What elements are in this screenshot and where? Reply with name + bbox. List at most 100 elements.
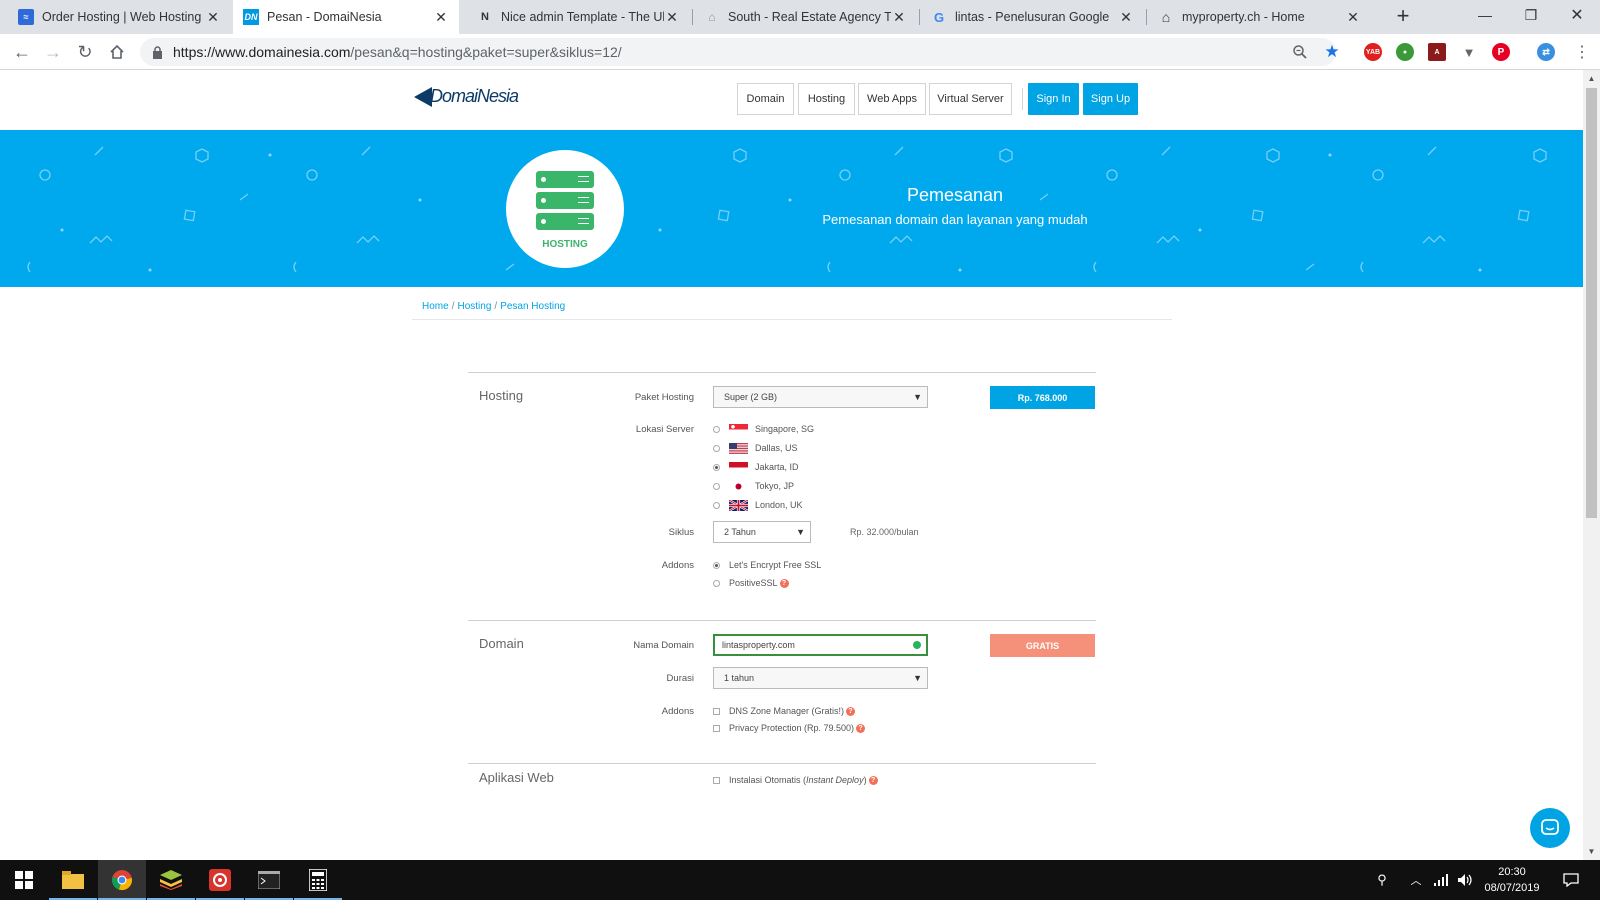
taskbar-chrome[interactable] bbox=[98, 860, 146, 900]
wifi-icon[interactable] bbox=[1430, 860, 1452, 900]
taskbar-terminal[interactable] bbox=[245, 860, 293, 900]
notification-center-icon[interactable] bbox=[1556, 860, 1586, 900]
browser-tab[interactable]: ⌂ myproperty.ch - Home ✕ bbox=[1148, 0, 1371, 34]
radio-button-selected[interactable] bbox=[713, 463, 720, 471]
server-unit-icon bbox=[536, 171, 594, 188]
uk-flag-icon bbox=[729, 499, 748, 511]
close-tab-icon[interactable]: ✕ bbox=[1118, 9, 1134, 26]
reload-button[interactable]: ↻ bbox=[73, 40, 97, 64]
radio-button[interactable] bbox=[713, 425, 720, 433]
live-chat-button[interactable] bbox=[1530, 808, 1570, 848]
nav-virtual-server[interactable]: Virtual Server bbox=[929, 83, 1012, 115]
page-subtitle: Pemesanan domain dan layanan yang mudah bbox=[822, 212, 1088, 227]
help-icon[interactable]: ? bbox=[856, 723, 866, 733]
breadcrumb-home[interactable]: Home bbox=[422, 301, 449, 312]
checkbox[interactable] bbox=[713, 776, 720, 784]
location-option-london[interactable]: London, UK bbox=[713, 498, 803, 512]
chevron-down-icon: ▼ bbox=[913, 673, 922, 683]
volume-icon[interactable] bbox=[1454, 860, 1476, 900]
pinterest-extension-icon[interactable]: P bbox=[1492, 43, 1510, 61]
help-icon[interactable]: ? bbox=[779, 578, 789, 588]
domain-free-button[interactable]: GRATIS bbox=[990, 634, 1095, 657]
people-icon[interactable]: ⚲ bbox=[1370, 860, 1394, 900]
taskbar-app-red[interactable] bbox=[196, 860, 244, 900]
sync-extension-icon[interactable]: ⇄ bbox=[1537, 43, 1555, 61]
radio-button[interactable] bbox=[713, 444, 720, 452]
taskbar-bluestacks[interactable] bbox=[147, 860, 195, 900]
sign-up-button[interactable]: Sign Up bbox=[1083, 83, 1138, 115]
minimize-button[interactable]: — bbox=[1462, 0, 1508, 30]
home-button[interactable] bbox=[105, 40, 129, 64]
restore-button[interactable]: ❐ bbox=[1508, 0, 1554, 30]
zoom-icon[interactable] bbox=[1290, 42, 1310, 62]
bookmark-star-icon[interactable]: ★ bbox=[1322, 42, 1342, 62]
browser-tab[interactable]: N Nice admin Template - The Ulti ✕ bbox=[467, 0, 690, 34]
start-button[interactable] bbox=[0, 860, 48, 900]
help-icon[interactable]: ? bbox=[868, 775, 878, 785]
close-window-button[interactable]: ✕ bbox=[1554, 0, 1600, 30]
siklus-select[interactable]: 2 Tahun ▼ bbox=[713, 521, 811, 543]
hosting-price-button[interactable]: Rp. 768.000 bbox=[990, 386, 1095, 409]
close-tab-icon[interactable]: ✕ bbox=[664, 9, 680, 26]
nav-hosting[interactable]: Hosting bbox=[798, 83, 855, 115]
browser-tab-active[interactable]: DN Pesan - DomaiNesia ✕ bbox=[233, 0, 459, 34]
chrome-icon bbox=[112, 870, 133, 891]
singapore-flag-icon bbox=[729, 423, 748, 435]
breadcrumb-hosting[interactable]: Hosting bbox=[457, 301, 491, 312]
addon-dns-zone-manager[interactable]: DNS Zone Manager (Gratis!) ? bbox=[713, 704, 856, 718]
scroll-up-icon[interactable]: ▲ bbox=[1583, 70, 1600, 87]
radio-button[interactable] bbox=[713, 501, 720, 509]
new-tab-button[interactable]: + bbox=[1390, 4, 1416, 30]
chrome-menu-icon[interactable]: ⋮ bbox=[1572, 42, 1592, 62]
vimeo-extension-icon[interactable]: ▼ bbox=[1460, 43, 1478, 61]
layers-icon bbox=[160, 870, 182, 890]
breadcrumb-divider bbox=[412, 319, 1172, 320]
checkbox[interactable] bbox=[713, 724, 720, 732]
help-icon[interactable]: ? bbox=[846, 706, 856, 716]
back-button[interactable]: ← bbox=[10, 40, 34, 64]
addon-positive-ssl[interactable]: PositiveSSL ? bbox=[713, 576, 789, 590]
sign-in-button[interactable]: Sign In bbox=[1028, 83, 1079, 115]
chevron-up-icon[interactable]: ︿ bbox=[1404, 860, 1428, 900]
nav-web-apps[interactable]: Web Apps bbox=[858, 83, 926, 115]
system-clock[interactable]: 20:30 08/07/2019 bbox=[1480, 864, 1544, 896]
nav-domain[interactable]: Domain bbox=[737, 83, 794, 115]
location-option-tokyo[interactable]: Tokyo, JP bbox=[713, 479, 794, 493]
pdf-extension-icon[interactable]: A bbox=[1428, 43, 1446, 61]
yab-extension-icon[interactable]: YAB bbox=[1364, 43, 1382, 61]
address-bar[interactable]: https://www.domainesia.com/pesan&q=hosti… bbox=[140, 38, 1336, 66]
domainesia-logo[interactable]: DomaiNesia bbox=[414, 86, 519, 107]
header-divider bbox=[1022, 88, 1023, 110]
scrollbar-thumb[interactable] bbox=[1586, 88, 1597, 518]
page-scrollbar[interactable]: ▲ ▼ bbox=[1583, 70, 1600, 860]
close-tab-icon[interactable]: ✕ bbox=[205, 9, 221, 26]
location-option-singapore[interactable]: Singapore, SG bbox=[713, 422, 814, 436]
breadcrumb-current[interactable]: Pesan Hosting bbox=[500, 301, 565, 312]
globe-extension-icon[interactable]: ● bbox=[1396, 43, 1414, 61]
browser-tab[interactable]: ⌂ South - Real Estate Agency Tem ✕ bbox=[694, 0, 917, 34]
radio-button[interactable] bbox=[713, 579, 720, 587]
close-tab-icon[interactable]: ✕ bbox=[433, 9, 449, 26]
browser-tab[interactable]: ≈ Order Hosting | Web Hosting In ✕ bbox=[8, 0, 231, 34]
paket-hosting-select[interactable]: Super (2 GB) ▼ bbox=[713, 386, 928, 408]
taskbar-file-explorer[interactable] bbox=[49, 860, 97, 900]
addon-privacy-protection[interactable]: Privacy Protection (Rp. 79.500) ? bbox=[713, 721, 866, 735]
browser-tab[interactable]: G lintas - Penelusuran Google ✕ bbox=[921, 0, 1144, 34]
location-option-dallas[interactable]: Dallas, US bbox=[713, 441, 798, 455]
close-tab-icon[interactable]: ✕ bbox=[1345, 9, 1361, 26]
scroll-down-icon[interactable]: ▼ bbox=[1583, 843, 1600, 860]
domain-addons-label: Addons bbox=[661, 706, 694, 717]
instant-deploy-option[interactable]: Instalasi Otomatis (Instant Deploy) ? bbox=[713, 773, 878, 787]
durasi-select[interactable]: 1 tahun ▼ bbox=[713, 667, 928, 689]
addon-letsencrypt-ssl[interactable]: Let's Encrypt Free SSL bbox=[713, 558, 821, 572]
checkbox[interactable] bbox=[713, 707, 720, 715]
taskbar-calculator[interactable] bbox=[294, 860, 342, 900]
forward-button[interactable]: → bbox=[41, 40, 65, 64]
domain-name-input[interactable]: lintasproperty.com bbox=[713, 634, 928, 656]
location-option-jakarta[interactable]: Jakarta, ID bbox=[713, 460, 799, 474]
radio-button[interactable] bbox=[713, 482, 720, 490]
radio-button-selected[interactable] bbox=[713, 561, 720, 569]
close-tab-icon[interactable]: ✕ bbox=[891, 9, 907, 26]
chevron-down-icon: ▼ bbox=[913, 392, 922, 402]
valid-status-icon bbox=[913, 641, 921, 649]
